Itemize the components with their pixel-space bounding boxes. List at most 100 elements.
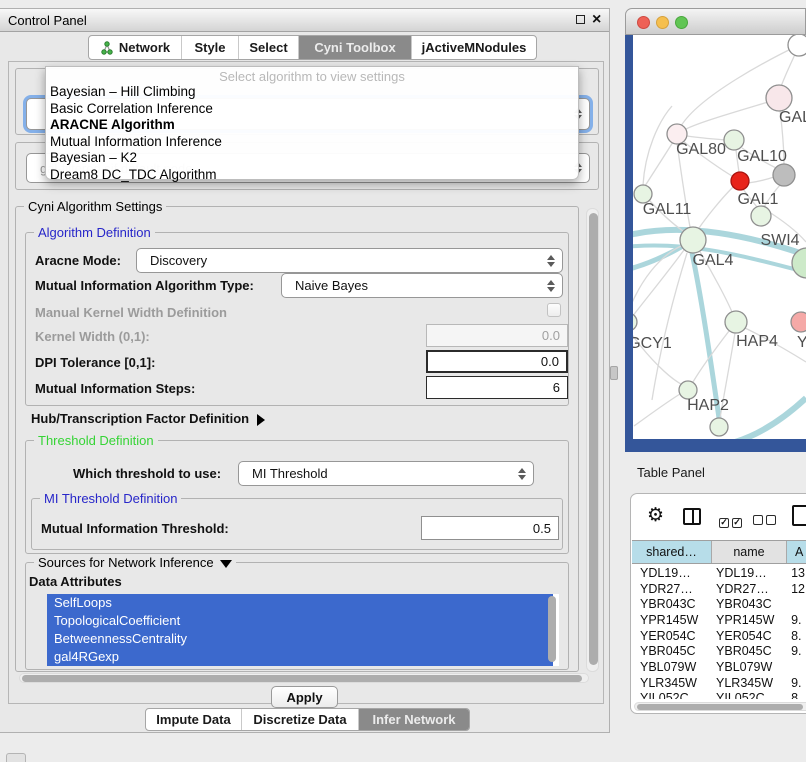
mac-close-icon[interactable] (637, 16, 650, 29)
mi-threshold-definition-title: MI Threshold Definition (40, 491, 181, 506)
split-columns-icon[interactable] (683, 508, 701, 525)
minimized-panel-icon[interactable] (6, 753, 26, 762)
network-node-hap4[interactable] (725, 311, 747, 333)
table-row[interactable]: YDR27…YDR27…12 (632, 581, 806, 597)
popup-item[interactable]: Mutual Information Inference (50, 134, 222, 149)
dpi-tolerance-label: DPI Tolerance [0,1]: (35, 355, 155, 370)
tab-style[interactable]: Style (181, 36, 238, 59)
table-cell: YPR145W (632, 613, 710, 627)
mi-threshold-field[interactable]: 0.5 (421, 516, 559, 540)
column-header-partial[interactable]: A (787, 541, 806, 563)
tab-discretize-data[interactable]: Discretize Data (241, 709, 358, 730)
settings-horizontal-scrollbar[interactable] (19, 673, 589, 683)
mi-threshold-label: Mutual Information Threshold: (41, 521, 229, 536)
table-cell: YDR27… (710, 582, 783, 596)
settings-vertical-scrollbar-thumb[interactable] (589, 213, 598, 665)
table-cell: YBR045C (632, 644, 710, 658)
network-node-label: GAL10 (737, 148, 787, 165)
control-panel-titlebar[interactable]: Control Panel × (0, 9, 609, 32)
algorithm-definition-title: Algorithm Definition (34, 225, 155, 240)
data-attributes-label: Data Attributes (29, 574, 122, 589)
settings-horizontal-scrollbar-thumb[interactable] (22, 675, 582, 682)
mi-type-combo[interactable]: Naive Bayes (281, 273, 563, 298)
network-node[interactable] (773, 164, 795, 186)
network-node[interactable] (710, 418, 728, 436)
network-node[interactable] (731, 172, 749, 190)
list-item[interactable]: gal4RGexp (47, 648, 553, 666)
popup-item-selected[interactable]: ARACNE Algorithm (50, 117, 175, 132)
tab-select[interactable]: Select (238, 36, 298, 59)
kernel-width-value: 0.0 (542, 328, 560, 343)
tab-cyni-toolbox[interactable]: Cyni Toolbox (298, 36, 411, 59)
sources-group-title[interactable]: Sources for Network Inference (34, 555, 236, 570)
tab-label: Discretize Data (253, 712, 346, 727)
list-item[interactable]: SelfLoops (47, 594, 553, 612)
manual-kernel-checkbox[interactable] (547, 303, 561, 317)
table-row[interactable]: YBR045CYBR045C9. (632, 643, 806, 659)
list-item[interactable]: TopologicalCoefficient (47, 612, 553, 630)
popup-item[interactable]: Bayesian – Hill Climbing (50, 84, 196, 99)
network-icon (100, 41, 114, 55)
kernel-width-field[interactable]: 0.0 (426, 324, 568, 347)
settings-vertical-scrollbar[interactable] (586, 208, 599, 672)
which-threshold-combo[interactable]: MI Threshold (238, 461, 534, 486)
network-node-gcy1[interactable] (633, 313, 637, 331)
list-item[interactable]: BetweennessCentrality (47, 630, 553, 648)
table-horizontal-scrollbar[interactable] (634, 702, 806, 711)
tab-impute-data[interactable]: Impute Data (146, 709, 241, 730)
new-table-icon[interactable] (792, 505, 806, 526)
network-node-y[interactable] (791, 312, 806, 332)
table-row[interactable]: YBL079WYBL079W (632, 659, 806, 675)
which-threshold-value: MI Threshold (252, 466, 328, 481)
dpi-tolerance-field[interactable]: 0.0 (426, 350, 568, 373)
panel-splitter-handle[interactable] (610, 366, 618, 380)
collapsed-arrow-icon (257, 414, 265, 426)
network-node-label: Y (797, 334, 806, 351)
show-checked-columns-icon[interactable]: ✓✓ (719, 512, 745, 530)
close-icon[interactable]: × (592, 10, 601, 30)
hide-columns-icon[interactable] (753, 512, 779, 530)
hub-section-toggle[interactable]: Hub/Transcription Factor Definition (31, 411, 265, 426)
column-header-shared-name[interactable]: shared… (632, 541, 712, 563)
popup-item[interactable]: Bayesian – K2 (50, 150, 137, 165)
tab-network[interactable]: Network (89, 36, 181, 59)
mi-steps-value: 6 (553, 380, 560, 395)
table-horizontal-scrollbar-thumb[interactable] (637, 704, 803, 710)
list-scrollbar-thumb[interactable] (548, 596, 556, 662)
column-header-name[interactable]: name (712, 541, 787, 563)
popup-item[interactable]: Dream8 DC_TDC Algorithm (50, 167, 217, 182)
tab-infer-network[interactable]: Infer Network (358, 709, 469, 730)
network-canvas[interactable]: GALGAL80GAL10GAL1GAL11GAL4SWI4GCY1HAP4YH… (633, 35, 806, 439)
network-node-label: GCY1 (633, 335, 672, 352)
table-cell: YIL052C (632, 691, 710, 699)
which-threshold-label: Which threshold to use: (73, 466, 221, 481)
network-node-gal10[interactable] (724, 130, 744, 150)
network-node[interactable] (788, 35, 806, 56)
table-row[interactable]: YER054CYER054C8. (632, 628, 806, 644)
network-node-gal1[interactable] (751, 206, 771, 226)
control-panel-window: Control Panel × Network Style (0, 8, 610, 733)
table-row[interactable]: YPR145WYPR145W9. (632, 612, 806, 628)
apply-button[interactable]: Apply (271, 686, 338, 708)
table-row[interactable]: YDL19…YDL19…13 (632, 565, 806, 581)
gear-icon[interactable]: ⚙ (647, 506, 664, 525)
combo-stepper-icon (518, 468, 526, 480)
table-row[interactable]: YBR043CYBR043C (632, 596, 806, 612)
popup-item[interactable]: Basic Correlation Inference (50, 101, 213, 116)
mac-minimize-icon[interactable] (656, 16, 669, 29)
network-node-gal4[interactable] (680, 227, 706, 253)
mac-zoom-icon[interactable] (675, 16, 688, 29)
float-window-icon[interactable] (576, 15, 585, 24)
tab-label: Select (249, 40, 287, 55)
network-window-titlebar[interactable] (625, 8, 806, 35)
table-row[interactable]: YLR345WYLR345W9. (632, 675, 806, 691)
mi-steps-field[interactable]: 6 (426, 376, 568, 399)
popup-placeholder: Select algorithm to view settings (46, 69, 578, 84)
kernel-width-label: Kernel Width (0,1): (35, 329, 150, 344)
table-row[interactable]: YIL052CYIL052C8 (632, 691, 806, 700)
data-attributes-list: SelfLoops TopologicalCoefficient Between… (47, 594, 559, 666)
tab-jactivemnodules[interactable]: jActiveMNodules (411, 36, 536, 59)
aracne-mode-combo[interactable]: Discovery (136, 248, 563, 273)
network-node-gal[interactable] (766, 85, 792, 111)
table-cell: YBL079W (710, 660, 783, 674)
